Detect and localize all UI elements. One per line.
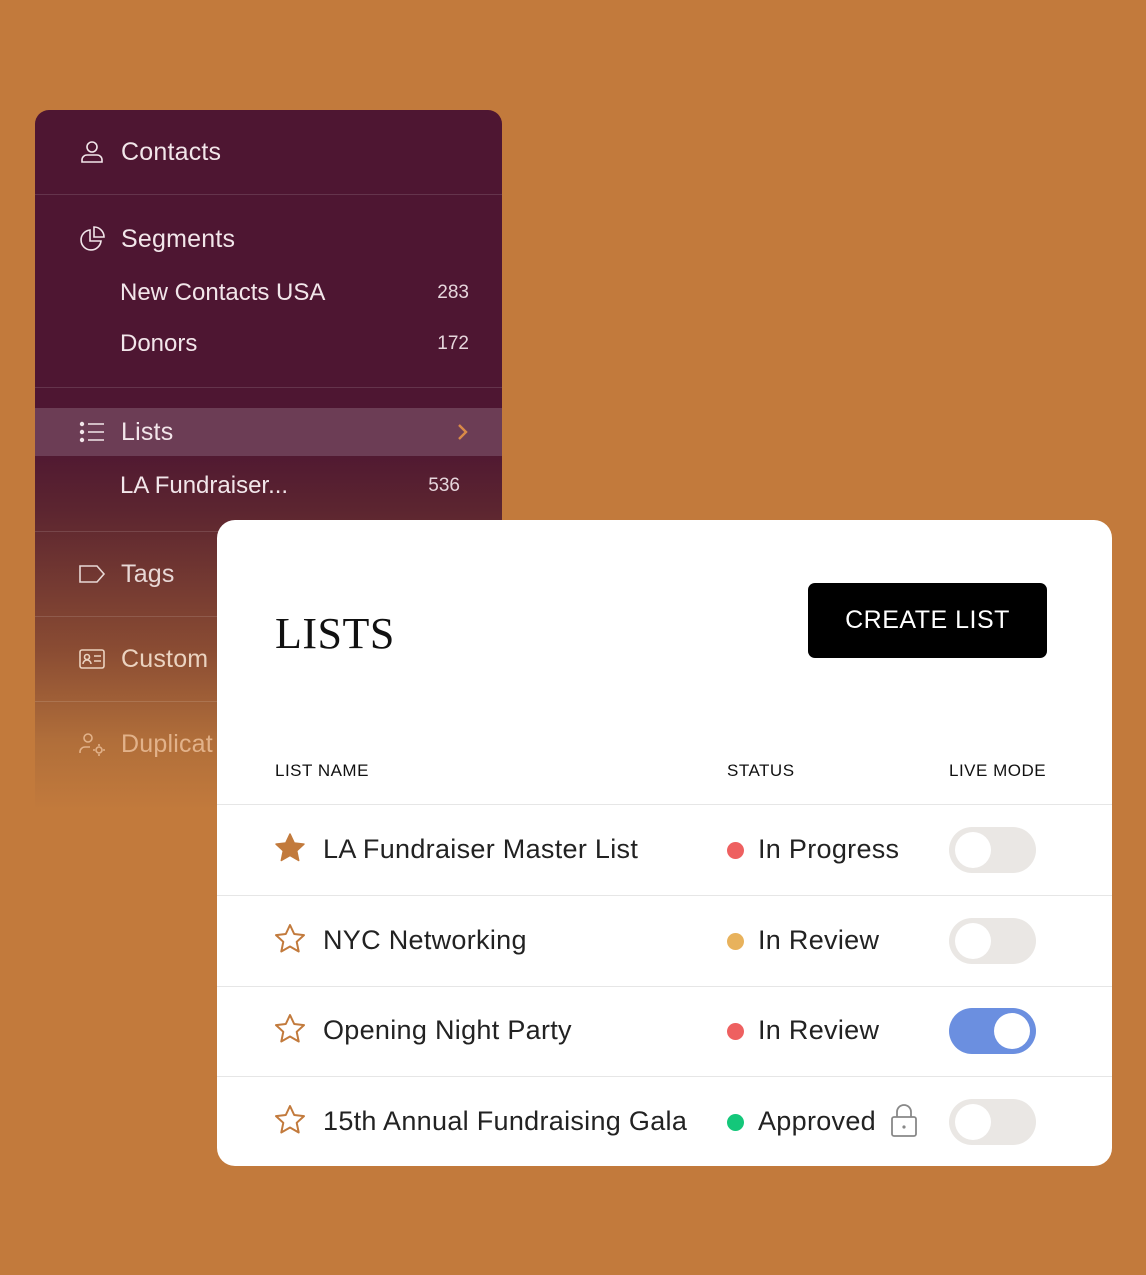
sidebar-item-contacts[interactable]: Contacts: [35, 110, 502, 194]
status-dot: [727, 842, 744, 859]
sidebar-subitem-donors[interactable]: Donors 172: [35, 318, 502, 369]
column-header-live-mode[interactable]: LIVE MODE: [949, 761, 1046, 781]
status-dot: [727, 1023, 744, 1040]
subitem-label: Donors: [120, 329, 198, 357]
subitem-label: New Contacts USA: [120, 278, 326, 306]
sidebar-item-label: Lists: [121, 417, 174, 446]
column-header-status[interactable]: STATUS: [727, 761, 795, 781]
sidebar-item-label: Segments: [121, 224, 236, 253]
table-row[interactable]: NYC Networking In Review: [217, 896, 1112, 987]
star-filled-icon[interactable]: [274, 832, 306, 864]
list-name[interactable]: 15th Annual Fundraising Gala: [323, 1106, 687, 1137]
status-label: In Review: [758, 925, 880, 955]
star-outline-icon[interactable]: [274, 923, 306, 955]
lock-icon: [890, 1102, 918, 1138]
person-icon: [77, 137, 107, 167]
pie-chart-icon: [77, 224, 107, 254]
status-label: Approved: [758, 1106, 876, 1136]
lists-card: LISTS CREATE LIST LIST NAME STATUS LIVE …: [217, 520, 1112, 1166]
list-icon: [77, 417, 107, 447]
toggle-knob: [955, 923, 991, 959]
table-row[interactable]: LA Fundraiser Master List In Progress: [217, 805, 1112, 896]
table-row[interactable]: 15th Annual Fundraising Gala Approved: [217, 1077, 1112, 1166]
status-dot: [727, 933, 744, 950]
sidebar-item-label: Tags: [121, 559, 175, 588]
live-mode-toggle[interactable]: [949, 1008, 1036, 1054]
person-gear-icon: [77, 729, 107, 759]
status-dot: [727, 1114, 744, 1131]
subitem-count: 536: [428, 474, 460, 496]
toggle-knob: [955, 1104, 991, 1140]
list-name[interactable]: NYC Networking: [323, 925, 527, 956]
sidebar-subitem-la-fundraiser[interactable]: LA Fundraiser... 536: [35, 460, 502, 511]
tag-icon: [77, 559, 107, 589]
column-header-list-name[interactable]: LIST NAME: [275, 761, 369, 781]
subitem-count: 172: [437, 332, 469, 354]
status-label: In Progress: [758, 834, 900, 864]
live-mode-toggle[interactable]: [949, 1099, 1036, 1145]
list-name[interactable]: LA Fundraiser Master List: [323, 834, 638, 865]
star-outline-icon[interactable]: [274, 1013, 306, 1045]
create-list-button[interactable]: CREATE LIST: [808, 583, 1047, 658]
star-outline-icon[interactable]: [274, 1104, 306, 1136]
sidebar-section-lists: Lists LA Fundraiser... 536: [35, 408, 502, 532]
sidebar-section-contacts: Contacts: [35, 110, 502, 195]
sidebar-section-segments: Segments New Contacts USA 283 Donors 172: [35, 197, 502, 388]
sidebar-item-lists[interactable]: Lists: [35, 408, 502, 456]
subitem-label: LA Fundraiser...: [120, 471, 289, 499]
sidebar-subitem-new-contacts-usa[interactable]: New Contacts USA 283: [35, 267, 502, 318]
sidebar-item-label: Duplicat: [121, 729, 213, 758]
subitem-count: 283: [437, 281, 469, 303]
page-title: LISTS: [275, 609, 395, 658]
live-mode-toggle[interactable]: [949, 918, 1036, 964]
sidebar-item-label: Contacts: [121, 137, 222, 166]
table-header: LIST NAME STATUS LIVE MODE: [217, 748, 1112, 805]
toggle-knob: [955, 832, 991, 868]
id-card-icon: [77, 644, 107, 674]
table-row[interactable]: Opening Night Party In Review: [217, 986, 1112, 1077]
sidebar-item-label: Custom: [121, 644, 209, 673]
list-name[interactable]: Opening Night Party: [323, 1015, 572, 1046]
toggle-knob: [994, 1013, 1030, 1049]
chevron-right-icon: [454, 419, 472, 445]
live-mode-toggle[interactable]: [949, 827, 1036, 873]
status-label: In Review: [758, 1015, 880, 1045]
